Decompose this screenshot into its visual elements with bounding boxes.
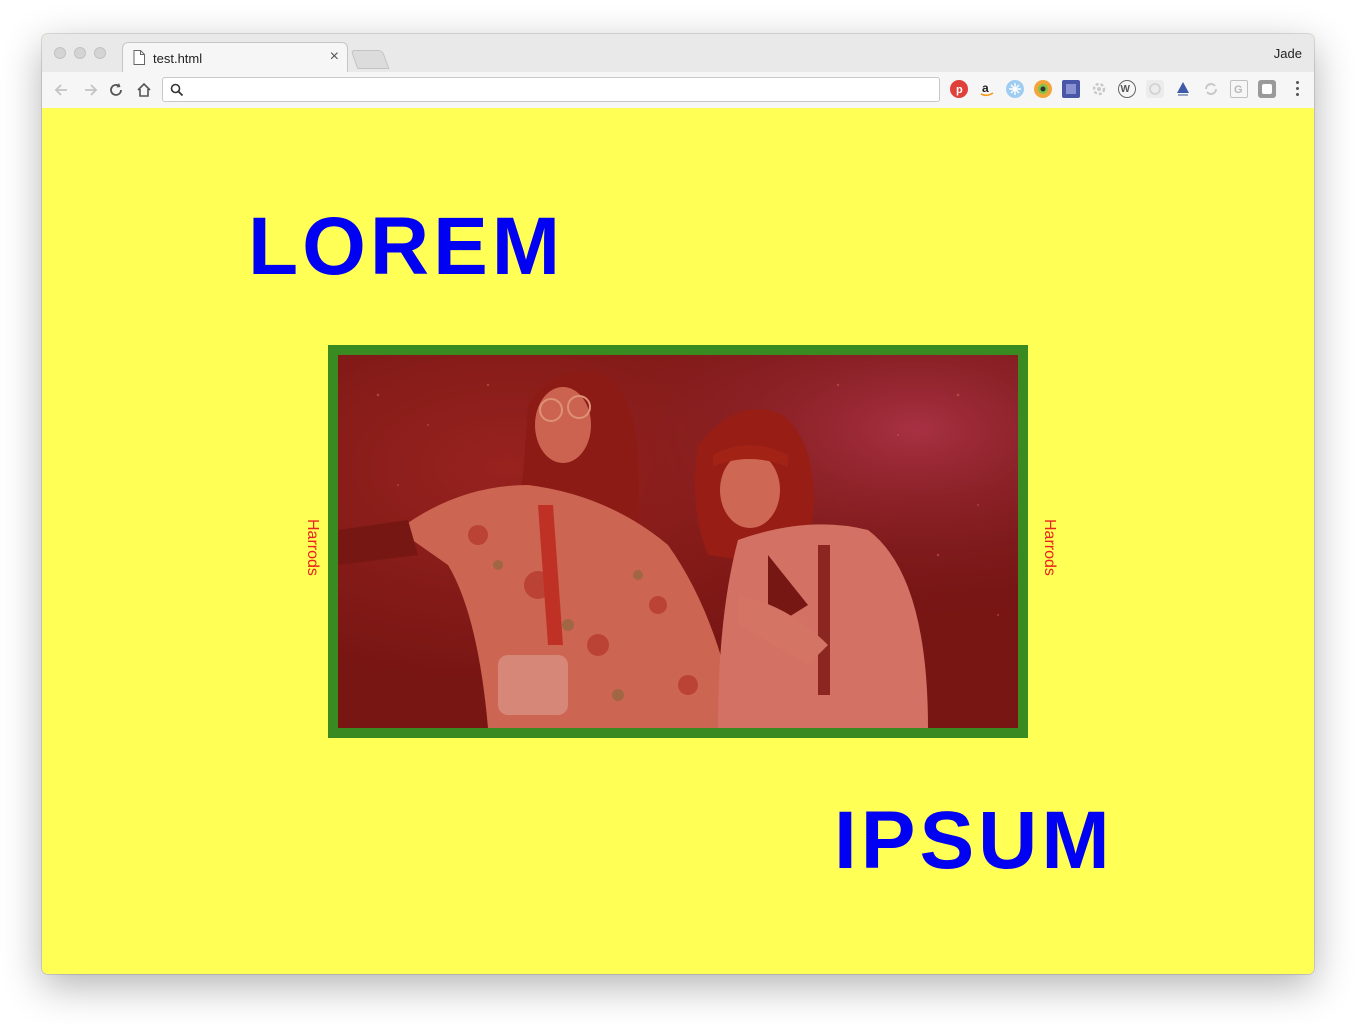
browser-window: test.html × Jade p a W G LOREM Harrods H…: [42, 34, 1314, 974]
grid-extension-icon[interactable]: [1146, 80, 1164, 98]
side-label-left: Harrods: [304, 519, 321, 576]
back-arrow-icon[interactable]: [52, 80, 72, 100]
headline-top: LOREM: [248, 201, 565, 292]
pinterest-icon[interactable]: p: [950, 80, 968, 98]
home-icon[interactable]: [134, 80, 154, 100]
svg-text:G: G: [1234, 84, 1243, 96]
svg-text:W: W: [1121, 84, 1131, 95]
forward-arrow-icon[interactable]: [80, 80, 100, 100]
profile-name[interactable]: Jade: [1274, 46, 1302, 61]
tab-close-icon[interactable]: ×: [330, 49, 339, 65]
minimize-window-button[interactable]: [74, 47, 86, 59]
g-extension-icon[interactable]: G: [1230, 80, 1248, 98]
snowflake-icon[interactable]: [1006, 80, 1024, 98]
address-input[interactable]: [191, 80, 935, 101]
document-icon: [133, 50, 145, 65]
square-extension-icon[interactable]: [1258, 80, 1276, 98]
fashion-photo: [338, 355, 1018, 728]
amazon-icon[interactable]: a: [978, 80, 996, 98]
screencast-icon[interactable]: [1062, 80, 1080, 98]
svg-text:a: a: [982, 81, 989, 95]
zoom-window-button[interactable]: [94, 47, 106, 59]
search-icon: [170, 83, 184, 97]
reload-icon[interactable]: [106, 80, 126, 100]
side-label-right: Harrods: [1041, 519, 1058, 576]
tab-title: test.html: [153, 51, 203, 66]
menu-dots-icon[interactable]: [1296, 81, 1300, 99]
photo-frame: [328, 345, 1028, 738]
page-viewport: LOREM Harrods Harrods IPSUM: [42, 108, 1314, 974]
triangle-extension-icon[interactable]: [1174, 80, 1192, 98]
sync-extension-icon[interactable]: [1202, 80, 1220, 98]
tab-test-html[interactable]: test.html ×: [122, 42, 348, 73]
new-tab-button[interactable]: [350, 50, 390, 69]
tab-strip: test.html × Jade: [42, 34, 1314, 73]
svg-text:p: p: [956, 84, 963, 96]
gear-extension-icon[interactable]: [1090, 80, 1108, 98]
color-picker-icon[interactable]: [1034, 80, 1052, 98]
toolbar: p a W G: [42, 72, 1314, 109]
wordpress-icon[interactable]: W: [1118, 80, 1136, 98]
close-window-button[interactable]: [54, 47, 66, 59]
headline-bottom: IPSUM: [834, 795, 1114, 886]
address-bar[interactable]: [162, 77, 940, 102]
